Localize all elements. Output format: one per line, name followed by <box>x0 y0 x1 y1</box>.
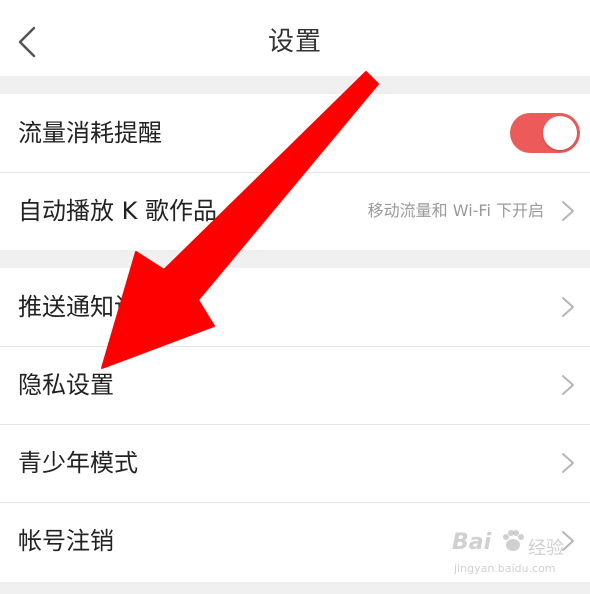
chevron-right-icon <box>562 297 574 317</box>
settings-screen: 设置 流量消耗提醒 自动播放 K 歌作品 移动流量和 Wi-Fi 下开启 推送通… <box>0 0 590 594</box>
row-teen-mode[interactable]: 青少年模式 <box>0 424 590 502</box>
navigation-bar: 设置 <box>0 0 590 76</box>
row-account-cancellation[interactable]: 帐号注销 <box>0 502 590 580</box>
row-label: 隐私设置 <box>18 371 114 399</box>
row-privacy-settings[interactable]: 隐私设置 <box>0 346 590 424</box>
chevron-right-icon <box>562 375 574 395</box>
data-usage-reminder-toggle[interactable] <box>510 113 580 153</box>
row-value: 移动流量和 Wi-Fi 下开启 <box>367 201 544 220</box>
row-label: 推送通知设置 <box>18 293 162 321</box>
page-title: 设置 <box>267 27 322 57</box>
row-push-notifications[interactable]: 推送通知设置 <box>0 268 590 346</box>
chevron-right-icon <box>562 531 574 551</box>
row-label: 青少年模式 <box>18 449 138 477</box>
row-data-usage-reminder[interactable]: 流量消耗提醒 <box>0 94 590 172</box>
row-label: 流量消耗提醒 <box>18 119 162 147</box>
settings-group-general: 推送通知设置 隐私设置 青少年模式 帐号注销 <box>0 268 590 582</box>
toggle-knob <box>543 116 577 150</box>
row-label: 帐号注销 <box>18 527 114 555</box>
chevron-right-icon <box>562 201 574 221</box>
row-label: 自动播放 K 歌作品 <box>18 197 217 225</box>
row-autoplay-songs[interactable]: 自动播放 K 歌作品 移动流量和 Wi-Fi 下开启 <box>0 172 590 250</box>
chevron-right-icon <box>562 453 574 473</box>
settings-group-data-usage: 流量消耗提醒 自动播放 K 歌作品 移动流量和 Wi-Fi 下开启 <box>0 94 590 250</box>
